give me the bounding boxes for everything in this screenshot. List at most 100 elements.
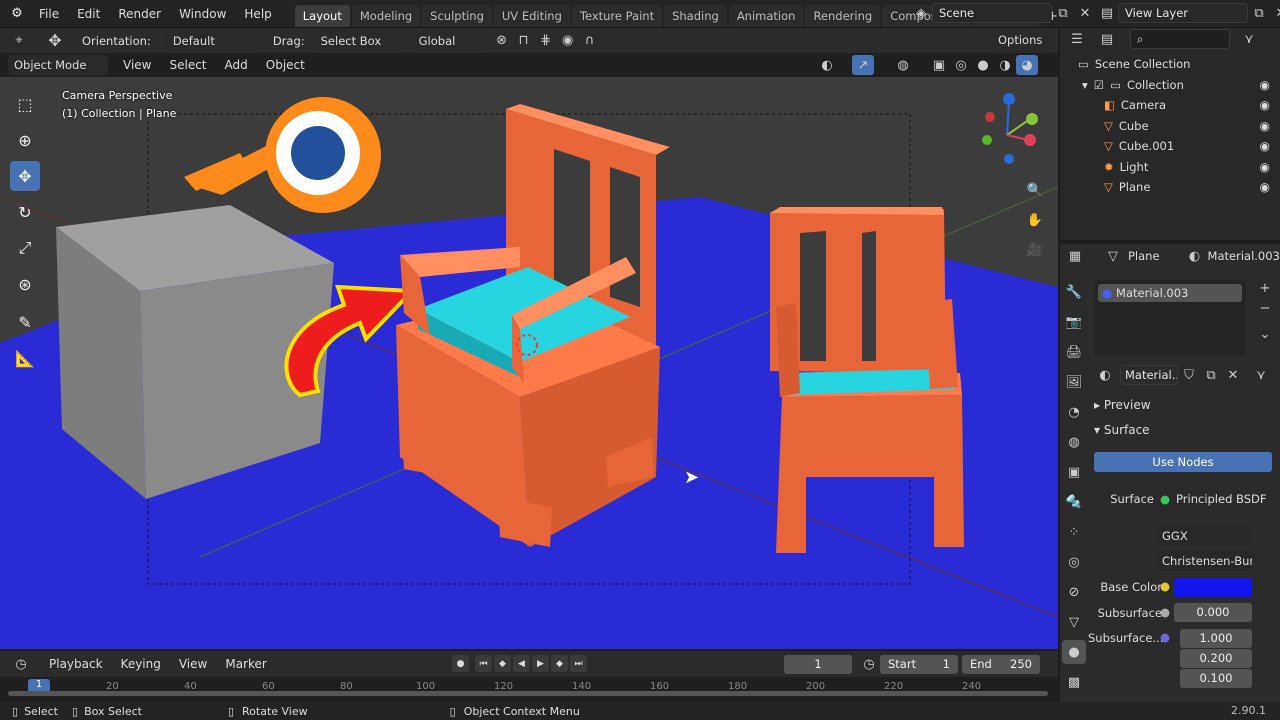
viewport-menu-object[interactable]: Object (257, 58, 314, 72)
pan-hand-icon[interactable]: ✋ (1024, 205, 1046, 235)
eye-icon[interactable]: ◉ (1260, 160, 1270, 174)
preview-range-icon[interactable]: ◷ (858, 654, 880, 674)
viewport-menu-add[interactable]: Add (216, 58, 257, 72)
tab-modeling[interactable]: Modeling (351, 5, 421, 27)
menu-help[interactable]: Help (235, 7, 280, 21)
drag-dropdown[interactable]: Select Box (314, 30, 399, 51)
tool-tab-icon[interactable]: 🔧 (1062, 280, 1086, 304)
preview-section[interactable]: ▸ Preview (1094, 398, 1151, 412)
material-name-field[interactable]: Material... (1120, 365, 1178, 385)
end-frame-field[interactable]: End 250 (962, 655, 1040, 674)
play-icon[interactable]: ▶ (532, 655, 549, 672)
jump-start-icon[interactable]: ⏮ (475, 655, 492, 672)
eye-icon[interactable]: ◉ (1260, 98, 1270, 112)
snap-icon[interactable]: ⊓ (513, 31, 535, 51)
solid-shading-icon[interactable]: ● (972, 55, 994, 75)
proportional-edit-icon[interactable]: ◉ (557, 31, 579, 51)
options-dropdown[interactable]: Options (992, 30, 1052, 50)
start-frame-field[interactable]: Start 1 (880, 655, 958, 674)
outliner-item-light[interactable]: ✹ Light ◉ (1060, 157, 1280, 178)
falloff-icon[interactable]: ∩ (579, 31, 601, 51)
visibility-icon[interactable]: ◐ (816, 55, 838, 75)
menu-window[interactable]: Window (170, 7, 235, 21)
subsurface-method-dropdown[interactable]: Christensen-Bur... (1156, 551, 1252, 571)
jump-end-icon[interactable]: ⏭ (570, 655, 587, 672)
view-layer-icon[interactable]: ▤ (1096, 3, 1118, 23)
delete-scene-icon[interactable]: ✕ (1074, 3, 1096, 23)
scene-icon[interactable]: ◈ (910, 3, 932, 23)
menu-render[interactable]: Render (109, 7, 170, 21)
snap-target-icon[interactable]: ⋕ (535, 31, 557, 51)
timeline-menu-view[interactable]: View (170, 657, 216, 671)
camera-view-icon[interactable]: 🎥 (1024, 235, 1046, 265)
collection-row[interactable]: ▾ ☑ ▭ Collection ◉ (1060, 75, 1280, 96)
menu-file[interactable]: File (30, 7, 68, 21)
physics-tab-icon[interactable]: ◎ (1062, 550, 1086, 574)
collapse-icon[interactable]: ▾ (1082, 78, 1088, 92)
outliner-editor-icon[interactable]: ☰ (1066, 29, 1088, 49)
unlink-material-icon[interactable]: ✕ (1222, 365, 1244, 385)
surface-section[interactable]: ▾ Surface (1094, 423, 1150, 437)
distribution-dropdown[interactable]: GGX (1156, 526, 1252, 546)
render-tab-icon[interactable]: 📷 (1062, 310, 1086, 334)
duplicate-material-icon[interactable]: ⧉ (1200, 365, 1222, 385)
pivot-icon[interactable]: ⊗ (491, 31, 513, 51)
properties-editor-icon[interactable]: ▦ (1064, 246, 1086, 266)
scene-tab-icon[interactable]: ◔ (1062, 400, 1086, 424)
transform-orientation-dropdown[interactable]: Global (412, 30, 485, 51)
rotate-tool-icon[interactable]: ↻ (10, 197, 40, 227)
tab-rendering[interactable]: Rendering (805, 5, 881, 27)
remove-slot-icon[interactable]: − (1254, 298, 1276, 318)
modifier-tab-icon[interactable]: 🔩 (1062, 490, 1086, 514)
view-layer-tab-icon[interactable]: 🖼 (1062, 370, 1086, 394)
material-slot-row[interactable]: ● Material.003 (1098, 284, 1242, 302)
eye-icon[interactable]: ◉ (1260, 180, 1270, 194)
gizmo-toggle-icon[interactable]: ↗ (852, 55, 874, 75)
current-frame-field[interactable]: 1 (784, 655, 852, 674)
texture-tab-icon[interactable]: ▩ (1062, 670, 1086, 694)
outliner-item-plane[interactable]: ▽ Plane ◉ (1060, 177, 1280, 198)
tab-layout[interactable]: Layout (294, 5, 350, 27)
outliner-search-input[interactable]: ⌕ (1130, 29, 1230, 49)
cursor-tool-icon[interactable]: ⊕ (10, 125, 40, 155)
3d-viewport[interactable]: Camera Perspective (1) Collection | Plan… (0, 77, 1058, 649)
tab-sculpting[interactable]: Sculpting (422, 5, 492, 27)
mode-dropdown[interactable]: Object Mode (8, 55, 108, 75)
next-keyframe-icon[interactable]: ◆ (551, 655, 568, 672)
play-reverse-icon[interactable]: ◀ (513, 655, 530, 672)
subsurface-radius-y-field[interactable]: 0.200 (1180, 649, 1252, 668)
world-tab-icon[interactable]: ◍ (1062, 430, 1086, 454)
fake-user-icon[interactable]: ⛉ (1178, 365, 1200, 385)
eye-icon[interactable]: ◉ (1260, 78, 1270, 92)
wireframe-shading-icon[interactable]: ◎ (950, 55, 972, 75)
xray-icon[interactable]: ▣ (928, 55, 950, 75)
use-nodes-button[interactable]: Use Nodes (1094, 452, 1272, 472)
constraints-tab-icon[interactable]: ⊘ (1062, 580, 1086, 604)
delete-view-layer-icon[interactable]: ✕ (1270, 3, 1280, 23)
overlays-icon[interactable]: ◍ (892, 55, 914, 75)
eye-icon[interactable]: ◉ (1260, 119, 1270, 133)
tab-uv-editing[interactable]: UV Editing (493, 5, 570, 27)
menu-edit[interactable]: Edit (68, 7, 109, 21)
data-tab-icon[interactable]: ▽ (1062, 610, 1086, 634)
tab-animation[interactable]: Animation (728, 5, 804, 27)
viewport-menu-view[interactable]: View (114, 58, 160, 72)
tab-shading[interactable]: Shading (664, 5, 727, 27)
subsurface-field[interactable]: 0.000 (1174, 603, 1252, 622)
subsurface-radius-x-field[interactable]: 1.000 (1180, 629, 1252, 648)
material-shading-icon[interactable]: ◑ (994, 55, 1016, 75)
subsurface-radius-z-field[interactable]: 0.100 (1180, 669, 1252, 688)
outliner-item-camera[interactable]: ◧ Camera ◉ (1060, 95, 1280, 116)
timeline-editor-icon[interactable]: ◷ (10, 654, 32, 674)
timeline-menu-keying[interactable]: Keying (112, 657, 170, 671)
node-link-icon[interactable]: ⋎ (1250, 365, 1272, 385)
move-tool-icon[interactable]: ✥ (44, 31, 66, 51)
surface-shader-field[interactable]: ● Principled BSDF (1160, 489, 1272, 508)
timeline-scrollbar[interactable] (8, 691, 1048, 696)
annotate-tool-icon[interactable]: ✎ (10, 307, 40, 337)
measure-tool-icon[interactable]: 📐 (10, 343, 40, 373)
timeline-menu-playback[interactable]: Playback (40, 657, 112, 671)
base-color-swatch[interactable] (1174, 578, 1252, 597)
zoom-icon[interactable]: 🔍 (1024, 175, 1046, 205)
add-slot-icon[interactable]: + (1254, 278, 1276, 298)
